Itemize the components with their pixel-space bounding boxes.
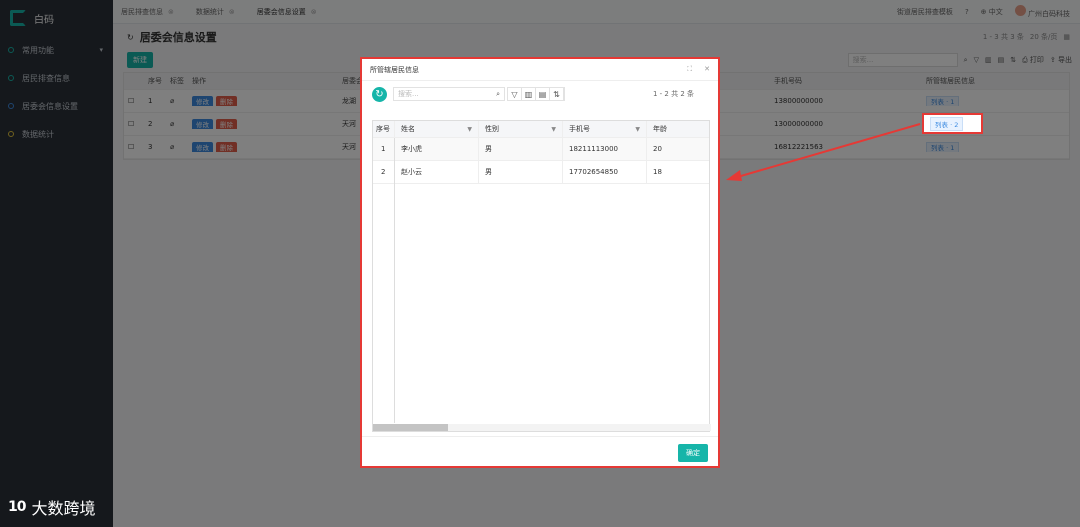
watermark-text: 大数跨境 xyxy=(31,499,96,518)
watermark-logo: 10 xyxy=(8,499,27,515)
search-placeholder: 搜索... xyxy=(398,90,419,98)
cell-gender: 男 xyxy=(479,138,563,160)
col-phone[interactable]: 手机号 ▼ xyxy=(563,121,647,137)
cell-phone: 17702654850 xyxy=(563,161,647,183)
table-row[interactable]: 1 李小虎 男 18211113000 20 xyxy=(373,138,709,161)
ok-button[interactable]: 确定 xyxy=(678,444,708,462)
modal-search-input[interactable]: 搜索... ⌕ xyxy=(393,87,505,101)
refresh-icon[interactable]: ↻ xyxy=(372,86,387,102)
close-icon[interactable]: ✕ xyxy=(704,65,710,74)
highlighted-residents-link[interactable]: 列表 · 2 xyxy=(922,113,983,134)
search-icon[interactable]: ⌕ xyxy=(496,90,500,99)
cell-name: 赵小云 xyxy=(395,161,479,183)
col-label: 手机号 xyxy=(569,125,590,133)
residents-modal: 所管辖居民信息 ⛶ ✕ ↻ 搜索... ⌕ ▽ ▥ ▤ ⇅ 1 - 2 共 2 条… xyxy=(360,57,720,468)
fullscreen-icon[interactable]: ⛶ xyxy=(687,65,692,74)
cell-seq: 2 xyxy=(373,161,395,183)
modal-table: 序号 姓名 ▼ 性别 ▼ 手机号 ▼ 年龄 1 李小虎 男 18211113000 2… xyxy=(372,120,711,432)
col-label: 性别 xyxy=(485,125,499,133)
horizontal-scrollbar[interactable] xyxy=(373,424,711,431)
annotation-arrow xyxy=(726,123,921,181)
col-gender[interactable]: 性别 ▼ xyxy=(479,121,563,137)
modal-footer: 确定 xyxy=(362,436,718,466)
filter-icon[interactable]: ▽ xyxy=(508,88,522,100)
col-name[interactable]: 姓名 ▼ xyxy=(395,121,479,137)
cell-seq: 1 xyxy=(373,138,395,160)
cell-name: 李小虎 xyxy=(395,138,479,160)
columns-icon[interactable]: ▤ xyxy=(536,88,550,100)
modal-header: 所管辖居民信息 ⛶ ✕ xyxy=(362,59,718,81)
modal-title: 所管辖居民信息 xyxy=(370,65,419,74)
watermark: 10 大数跨境 xyxy=(8,495,96,519)
residents-link[interactable]: 列表 · 2 xyxy=(930,116,964,131)
cell-age: 18 xyxy=(653,168,662,176)
caret-down-icon: ▼ xyxy=(467,125,472,133)
col-seq: 序号 xyxy=(373,121,395,137)
sort-icon[interactable]: ⇅ xyxy=(550,88,564,100)
col-label: 姓名 xyxy=(401,125,415,133)
modal-table-header: 序号 姓名 ▼ 性别 ▼ 手机号 ▼ 年龄 xyxy=(373,121,709,138)
modal-toolbar: ↻ 搜索... ⌕ ▽ ▥ ▤ ⇅ 1 - 2 共 2 条 xyxy=(362,81,718,107)
table-row[interactable]: 2 赵小云 男 17702654850 18 xyxy=(373,161,709,184)
scrollbar-thumb[interactable] xyxy=(373,424,448,431)
modal-pagination: 1 - 2 共 2 条 xyxy=(652,90,694,98)
col-age[interactable]: 年龄 xyxy=(647,121,709,137)
cell-gender: 男 xyxy=(479,161,563,183)
cell-phone: 18211113000 xyxy=(563,138,647,160)
modal-tool-icons: ▽ ▥ ▤ ⇅ xyxy=(507,87,565,101)
caret-down-icon: ▼ xyxy=(551,125,556,133)
column-divider xyxy=(394,138,395,423)
cell-age: 20 xyxy=(653,145,662,153)
app-root: 白码 常用功能 ▾ 居民排查信息 居委会信息设置 数据统计 居民排查信息⊗ 数据… xyxy=(0,0,1080,527)
chart-icon[interactable]: ▥ xyxy=(522,88,536,100)
modal-controls: ⛶ ✕ xyxy=(687,65,710,74)
caret-down-icon: ▼ xyxy=(635,125,640,133)
